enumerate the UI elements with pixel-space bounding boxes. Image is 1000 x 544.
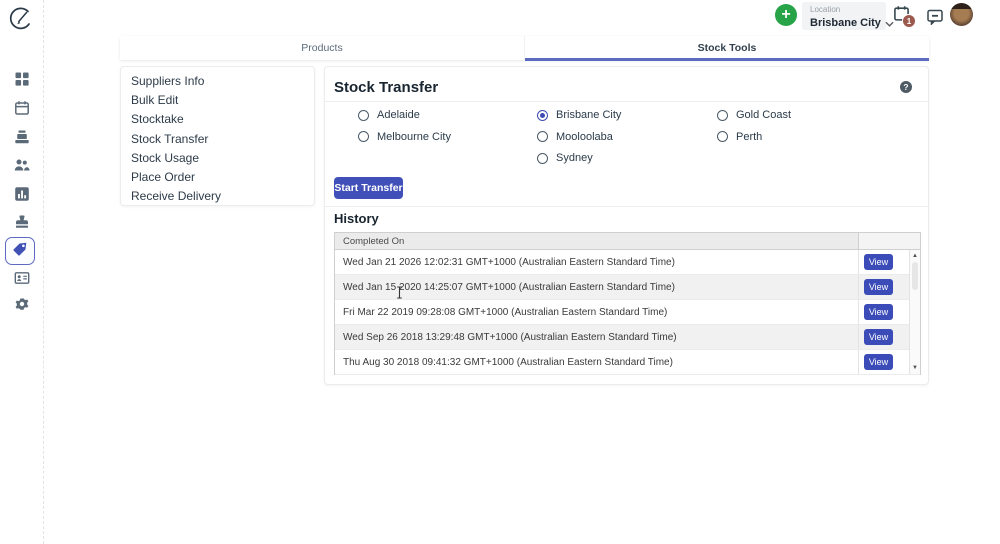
scroll-up-icon[interactable]: ▲ [910, 251, 920, 261]
app-window: + Location Brisbane City 1 Products Stoc… [0, 0, 1000, 544]
scrollbar-thumb[interactable] [912, 262, 918, 290]
radio-label: Gold Coast [736, 109, 791, 121]
avatar[interactable] [950, 3, 973, 26]
calendar-icon[interactable] [13, 99, 31, 117]
radio-icon [717, 131, 728, 142]
help-icon[interactable]: ? [900, 81, 912, 93]
tab-products[interactable]: Products [120, 36, 524, 60]
tag-icon [12, 241, 28, 262]
radio-sydney[interactable]: Sydney [537, 148, 621, 170]
table-row: Wed Sep 26 2018 13:29:48 GMT+1000 (Austr… [335, 325, 920, 350]
table-header: Completed On [335, 233, 920, 250]
location-selector[interactable]: Location Brisbane City [802, 2, 886, 30]
stock-transfer-panel: Stock Transfer ? Adelaide Melbourne City… [324, 66, 929, 385]
view-button[interactable]: View [864, 304, 893, 320]
radio-label: Adelaide [377, 109, 420, 121]
completed-on-cell: Wed Jan 21 2026 12:02:31 GMT+1000 (Austr… [335, 250, 858, 274]
completed-on-cell: Thu Aug 30 2018 09:41:32 GMT+1000 (Austr… [335, 350, 858, 374]
start-transfer-button[interactable]: Start Transfer [334, 177, 403, 199]
menu-item-stocktake[interactable]: Stocktake [121, 110, 314, 129]
radio-label: Perth [736, 131, 762, 143]
menu-item-receive-delivery[interactable]: Receive Delivery [121, 187, 314, 206]
table-row: Thu Aug 30 2018 09:41:32 GMT+1000 (Austr… [335, 350, 920, 375]
radio-adelaide[interactable]: Adelaide [358, 105, 451, 127]
customers-icon[interactable] [13, 156, 31, 174]
menu-item-place-order[interactable]: Place Order [121, 167, 314, 186]
calendar-notification-icon[interactable]: 1 [893, 5, 919, 31]
completed-on-cell: Wed Sep 26 2018 13:29:48 GMT+1000 (Austr… [335, 325, 858, 349]
divider [325, 101, 928, 102]
radio-gold-coast[interactable]: Gold Coast [717, 105, 791, 127]
menu-item-suppliers-info[interactable]: Suppliers Info [121, 71, 314, 90]
radio-brisbane-city[interactable]: Brisbane City [537, 105, 621, 127]
location-column-3: Gold Coast Perth [717, 105, 791, 148]
page-title: Stock Transfer [334, 79, 438, 96]
radio-label: Sydney [556, 152, 593, 164]
settings-gear-icon[interactable] [13, 295, 31, 313]
radio-label: Melbourne City [377, 131, 451, 143]
table-scrollbar[interactable]: ▲ ▼ [909, 250, 920, 374]
contacts-icon[interactable] [13, 269, 31, 287]
radio-icon [537, 131, 548, 142]
table-body: Wed Jan 21 2026 12:02:31 GMT+1000 (Austr… [335, 250, 920, 374]
divider [325, 206, 928, 207]
view-button[interactable]: View [864, 329, 893, 345]
location-value: Brisbane City [810, 17, 881, 29]
menu-item-stock-usage[interactable]: Stock Usage [121, 148, 314, 167]
radio-perth[interactable]: Perth [717, 126, 791, 148]
register-icon[interactable] [13, 128, 31, 146]
notification-badge: 1 [902, 14, 916, 28]
tab-bar: Products Stock Tools [120, 36, 929, 60]
menu-item-bulk-edit[interactable]: Bulk Edit [121, 90, 314, 109]
reports-icon[interactable] [13, 185, 31, 203]
menu-item-stock-transfer[interactable]: Stock Transfer [121, 129, 314, 148]
radio-mooloolaba[interactable]: Mooloolaba [537, 126, 621, 148]
radio-icon [717, 110, 728, 121]
sidebar-item-stock-active[interactable] [5, 237, 35, 265]
dashboard-icon[interactable] [13, 70, 31, 88]
location-column-1: Adelaide Melbourne City [358, 105, 451, 148]
radio-icon [537, 153, 548, 164]
radio-melbourne-city[interactable]: Melbourne City [358, 126, 451, 148]
radio-icon-selected [537, 110, 548, 121]
chat-icon[interactable] [926, 7, 944, 25]
radio-label: Brisbane City [556, 109, 621, 121]
history-table: Completed On Wed Jan 21 2026 12:02:31 GM… [334, 232, 921, 375]
tab-stock-tools[interactable]: Stock Tools [524, 36, 929, 60]
completed-on-cell: Fri Mar 22 2019 09:28:08 GMT+1000 (Austr… [335, 300, 858, 324]
radio-icon [358, 110, 369, 121]
location-column-2: Brisbane City Mooloolaba Sydney [537, 105, 621, 170]
add-button[interactable]: + [775, 4, 797, 26]
stamp-icon[interactable] [13, 213, 31, 231]
view-button[interactable]: View [864, 279, 893, 295]
view-button[interactable]: View [864, 254, 893, 270]
table-row: Fri Mar 22 2019 09:28:08 GMT+1000 (Austr… [335, 300, 920, 325]
column-header-completed-on: Completed On [335, 233, 858, 249]
table-row: Wed Jan 15 2020 14:25:07 GMT+1000 (Austr… [335, 275, 920, 300]
stock-tools-menu: Suppliers Info Bulk Edit Stocktake Stock… [120, 66, 315, 206]
sidebar-rail [0, 0, 44, 544]
column-header-actions [858, 233, 920, 249]
location-label: Location [810, 5, 880, 14]
radio-label: Mooloolaba [556, 131, 613, 143]
radio-icon [358, 131, 369, 142]
view-button[interactable]: View [864, 354, 893, 370]
brand-logo-icon[interactable] [8, 6, 34, 32]
completed-on-cell: Wed Jan 15 2020 14:25:07 GMT+1000 (Austr… [335, 275, 858, 299]
table-row: Wed Jan 21 2026 12:02:31 GMT+1000 (Austr… [335, 250, 920, 275]
scroll-down-icon[interactable]: ▼ [910, 363, 920, 373]
history-title: History [334, 211, 379, 226]
